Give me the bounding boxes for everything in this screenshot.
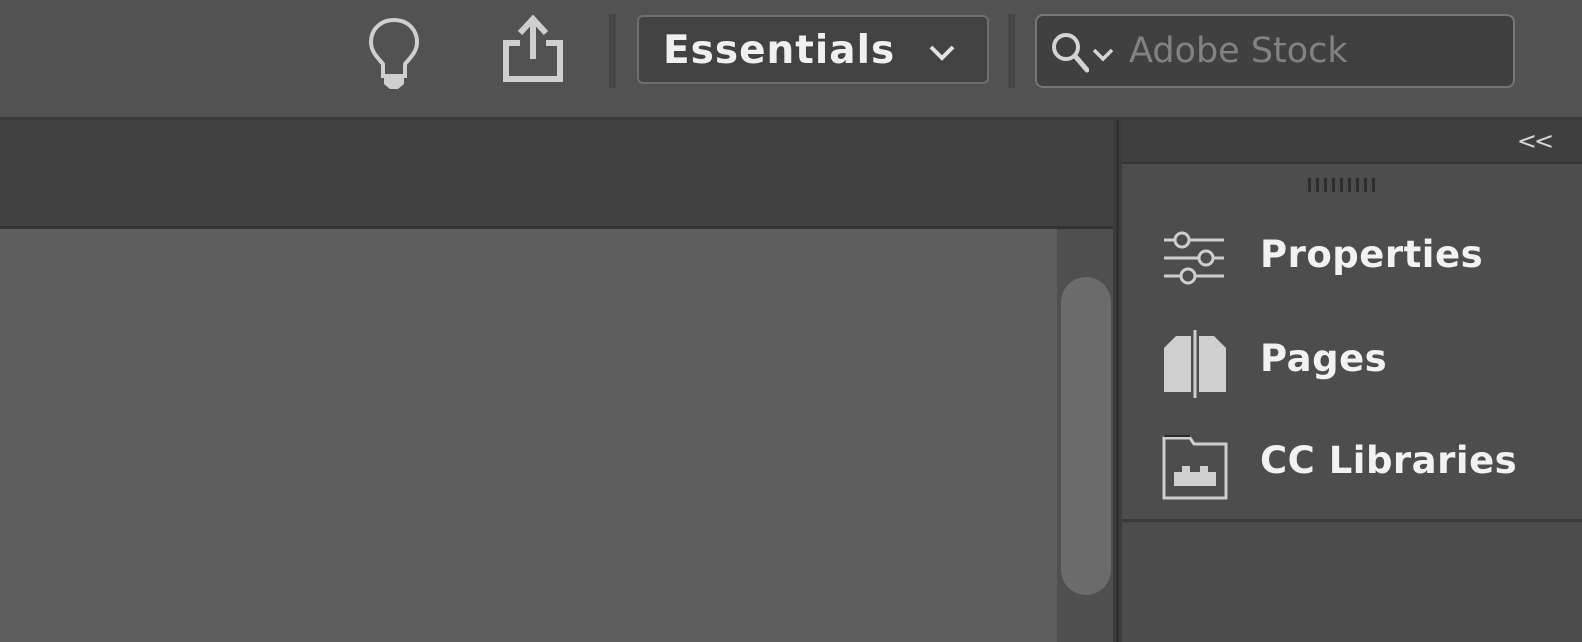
dock-header: <<: [1122, 120, 1582, 164]
workspace-switcher[interactable]: Essentials: [637, 15, 989, 84]
sliders-icon: [1164, 231, 1224, 285]
panel-empty-area: [1122, 522, 1582, 642]
vertical-scroll-thumb[interactable]: [1061, 277, 1111, 595]
panel-item-pages[interactable]: Pages: [1122, 318, 1582, 402]
search-icon[interactable]: [1049, 30, 1089, 74]
pages-icon: [1164, 330, 1226, 398]
panel-dock: << Properties Pages CC Libraries: [1122, 120, 1582, 642]
lightbulb-icon[interactable]: [366, 16, 422, 90]
document-canvas[interactable]: [0, 229, 1057, 642]
panel-item-cc-libraries[interactable]: CC Libraries: [1122, 420, 1582, 504]
panel-divider[interactable]: [1113, 120, 1122, 642]
panel-item-label: CC Libraries: [1260, 439, 1518, 482]
panel-item-label: Properties: [1260, 233, 1484, 276]
app-topbar: Essentials: [0, 0, 1582, 118]
library-icon: [1162, 435, 1228, 500]
toolbar-separator: [609, 14, 616, 88]
panel-item-properties[interactable]: Properties: [1122, 214, 1582, 298]
adobe-stock-search[interactable]: [1035, 14, 1515, 88]
app-window: Essentials <<: [0, 0, 1582, 642]
document-tab-bar: [0, 120, 1113, 226]
collapse-panels-button[interactable]: <<: [1514, 126, 1554, 156]
panel-item-label: Pages: [1260, 337, 1388, 380]
toolbar-separator: [1008, 14, 1015, 88]
drag-grip-icon[interactable]: [1306, 177, 1380, 193]
chevron-down-icon: [929, 45, 955, 61]
share-icon[interactable]: [500, 15, 566, 83]
search-input[interactable]: [1129, 28, 1499, 74]
chevron-down-icon[interactable]: [1091, 46, 1115, 62]
workspace-label: Essentials: [663, 28, 896, 73]
